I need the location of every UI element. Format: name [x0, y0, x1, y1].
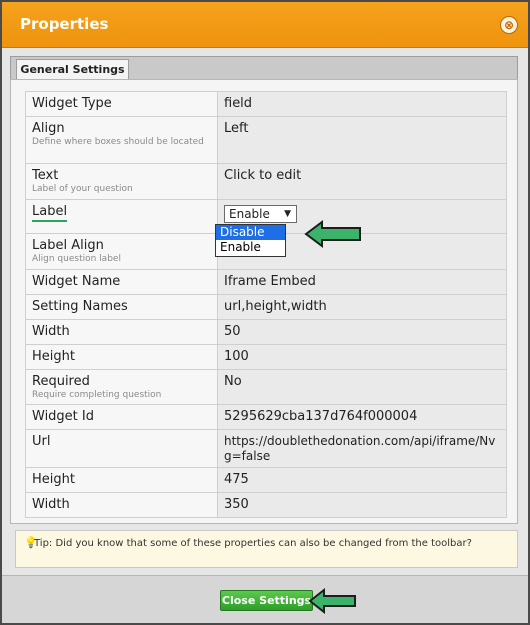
prop-label-cell: Height [25, 344, 218, 370]
label-dropdown-list: Disable Enable [215, 224, 286, 257]
table-row: Setting Names url,height,width [25, 294, 507, 320]
table-row: Height 100 [25, 344, 507, 370]
prop-label-cell: Width [25, 492, 218, 518]
prop-value-cell[interactable]: 100 [217, 344, 507, 370]
prop-label-cell: Height [25, 467, 218, 493]
prop-label-cell: Label Align Align question label [25, 233, 218, 270]
prop-value-cell[interactable]: Click to edit [217, 163, 507, 200]
dialog-title: Properties [20, 15, 109, 33]
properties-dialog: Properties ⊗ General Settings Widget Typ… [0, 0, 530, 625]
annotation-arrow-icon [308, 588, 356, 614]
prop-label-cell: Label [25, 199, 218, 234]
dialog-titlebar: Properties ⊗ [2, 2, 528, 48]
prop-description: Require completing question [32, 390, 162, 400]
prop-value-cell[interactable]: field [217, 91, 507, 117]
table-row: Align Define where boxes should be locat… [25, 116, 507, 164]
table-row: Height 475 [25, 467, 507, 493]
prop-value-cell[interactable]: 475 [217, 467, 507, 493]
annotation-arrow-icon [304, 220, 361, 248]
table-row: Width 350 [25, 492, 507, 518]
prop-description: Define where boxes should be located [32, 137, 204, 147]
dropdown-option-disable[interactable]: Disable [216, 225, 285, 240]
prop-label-cell: Text Label of your question [25, 163, 218, 200]
chevron-down-icon: ▼ [284, 209, 291, 219]
table-row: Widget Type field [25, 91, 507, 117]
prop-label-cell: Setting Names [25, 294, 218, 320]
prop-description: Label of your question [32, 184, 133, 194]
prop-label-cell: Widget Id [25, 404, 218, 430]
prop-label-cell: Required Require completing question [25, 369, 218, 405]
prop-value-cell[interactable]: https://doublethedonation.com/api/iframe… [217, 429, 507, 468]
table-row: Width 50 [25, 319, 507, 345]
tab-general-settings[interactable]: General Settings [16, 59, 129, 81]
prop-label-cell: Widget Name [25, 269, 218, 295]
settings-panel: Widget Type field Align Define where box… [10, 79, 518, 524]
close-icon[interactable]: ⊗ [500, 16, 518, 34]
properties-table: Widget Type field Align Define where box… [25, 91, 507, 518]
prop-label-cell: Width [25, 319, 218, 345]
prop-value-cell[interactable]: No [217, 369, 507, 405]
table-row: Widget Id 5295629cba137d764f000004 [25, 404, 507, 430]
prop-value-cell[interactable]: 350 [217, 492, 507, 518]
label-select[interactable]: Enable ▼ [224, 205, 297, 223]
prop-label-cell: Url [25, 429, 218, 468]
prop-label-cell: Widget Type [25, 91, 218, 117]
lightbulb-icon: 💡 [24, 536, 38, 549]
table-row: Widget Name Iframe Embed [25, 269, 507, 295]
prop-value-cell[interactable]: 50 [217, 319, 507, 345]
table-row: Text Label of your question Click to edi… [25, 163, 507, 200]
close-settings-button[interactable]: Close Settings [220, 590, 313, 611]
table-row: Url https://doublethedonation.com/api/if… [25, 429, 507, 468]
prop-label-cell: Align Define where boxes should be locat… [25, 116, 218, 164]
prop-value-cell[interactable]: url,height,width [217, 294, 507, 320]
url-value: https://doublethedonation.com/api/iframe… [224, 434, 496, 463]
table-row: Required Require completing question No [25, 369, 507, 405]
label-prop-label: Label [32, 204, 68, 222]
tip-text: Tip: Did you know that some of these pro… [34, 538, 472, 549]
tab-strip: General Settings [10, 56, 518, 81]
dialog-footer: Close Settings [2, 575, 528, 623]
prop-value-cell[interactable]: 5295629cba137d764f000004 [217, 404, 507, 430]
dropdown-option-enable[interactable]: Enable [216, 240, 285, 255]
tip-box: 💡Tip: Did you know that some of these pr… [15, 530, 518, 568]
prop-value-cell[interactable]: Iframe Embed [217, 269, 507, 295]
prop-value-cell[interactable]: Left [217, 116, 507, 164]
prop-description: Align question label [32, 254, 121, 264]
